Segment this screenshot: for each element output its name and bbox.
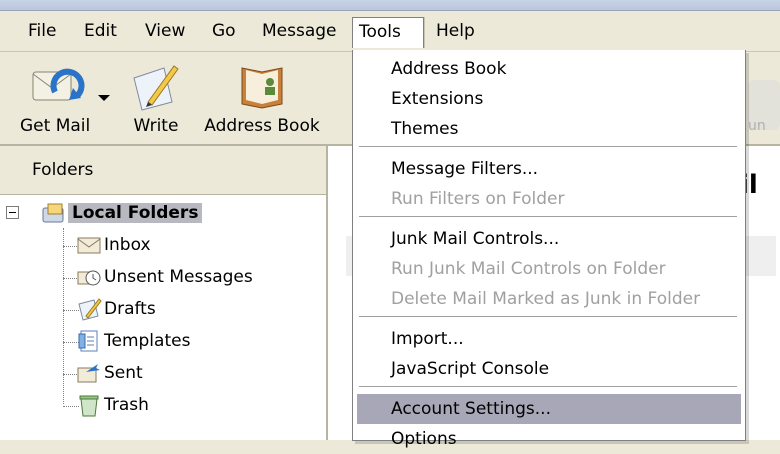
menu-item-run-filters: Run Filters on Folder bbox=[357, 184, 741, 214]
folder-trash[interactable]: Trash bbox=[76, 391, 149, 419]
tools-menu: Address Book Extensions Themes Message F… bbox=[352, 50, 746, 449]
menu-item-label: JavaScript Console bbox=[391, 359, 550, 379]
get-mail-dropdown-icon[interactable] bbox=[98, 95, 110, 101]
menu-separator bbox=[359, 146, 737, 148]
menu-item-label: Import... bbox=[391, 329, 464, 349]
get-mail-label: Get Mail bbox=[20, 116, 91, 136]
menu-separator bbox=[359, 316, 737, 318]
menu-go[interactable]: Go bbox=[206, 17, 242, 45]
folder-local-folders[interactable]: Local Folders bbox=[40, 199, 203, 227]
menu-item-label: Run Filters on Folder bbox=[391, 189, 565, 209]
menu-item-label: Junk Mail Controls... bbox=[391, 229, 560, 249]
menu-item-import[interactable]: Import... bbox=[357, 324, 741, 354]
folder-pane: Folders bbox=[0, 146, 328, 440]
inbox-icon bbox=[76, 232, 102, 258]
templates-label: Templates bbox=[104, 331, 191, 351]
menu-tools[interactable]: Tools bbox=[352, 17, 424, 48]
folder-pane-title: Folders bbox=[32, 160, 94, 180]
collapse-toggle-icon[interactable] bbox=[6, 206, 19, 219]
menu-item-label: Run Junk Mail Controls on Folder bbox=[391, 259, 666, 279]
menu-item-label: Account Settings... bbox=[391, 399, 551, 419]
menu-item-label: Delete Mail Marked as Junk in Folder bbox=[391, 289, 701, 309]
folder-pane-header: Folders bbox=[0, 146, 326, 195]
menu-file[interactable]: File bbox=[22, 17, 62, 45]
menu-help[interactable]: Help bbox=[430, 17, 481, 45]
menu-bar: File Edit View Go Message Tools Help bbox=[0, 11, 780, 52]
junk-label-partial: un bbox=[748, 118, 766, 134]
trash-label: Trash bbox=[104, 395, 149, 415]
menu-message[interactable]: Message bbox=[256, 17, 343, 45]
address-book-icon bbox=[204, 58, 320, 114]
sent-label: Sent bbox=[104, 363, 143, 383]
write-label: Write bbox=[133, 116, 179, 136]
tree-guide-line bbox=[63, 228, 65, 404]
write-button[interactable]: Write bbox=[128, 58, 184, 136]
unsent-messages-icon bbox=[76, 264, 102, 290]
window-title-strip bbox=[0, 0, 780, 11]
templates-icon bbox=[76, 328, 102, 354]
menu-item-javascript-console[interactable]: JavaScript Console bbox=[357, 354, 741, 384]
menu-item-themes[interactable]: Themes bbox=[357, 114, 741, 144]
sent-icon bbox=[76, 360, 102, 386]
address-book-label: Address Book bbox=[204, 116, 320, 136]
folder-drafts[interactable]: Drafts bbox=[76, 295, 156, 323]
trash-icon bbox=[76, 392, 102, 418]
menu-item-extensions[interactable]: Extensions bbox=[357, 84, 741, 114]
folder-unsent-messages[interactable]: Unsent Messages bbox=[76, 263, 253, 291]
drafts-label: Drafts bbox=[104, 299, 156, 319]
get-mail-icon bbox=[20, 58, 90, 114]
get-mail-button[interactable]: Get Mail bbox=[20, 58, 90, 136]
menu-item-label: Themes bbox=[391, 119, 459, 139]
menu-item-run-junk-mail-controls: Run Junk Mail Controls on Folder bbox=[357, 254, 741, 284]
menu-item-label: Extensions bbox=[391, 89, 484, 109]
menu-view[interactable]: View bbox=[139, 17, 191, 45]
unsent-messages-label: Unsent Messages bbox=[104, 267, 253, 287]
menu-item-delete-junk: Delete Mail Marked as Junk in Folder bbox=[357, 284, 741, 314]
menu-item-message-filters[interactable]: Message Filters... bbox=[357, 154, 741, 184]
folder-sent[interactable]: Sent bbox=[76, 359, 143, 387]
menu-edit[interactable]: Edit bbox=[78, 17, 123, 45]
inbox-label: Inbox bbox=[104, 235, 151, 255]
menu-item-account-settings[interactable]: Account Settings... bbox=[357, 394, 741, 424]
local-folders-label: Local Folders bbox=[68, 203, 203, 223]
menu-item-label: Address Book bbox=[391, 59, 507, 79]
address-book-button[interactable]: Address Book bbox=[204, 58, 320, 136]
menu-item-label: Message Filters... bbox=[391, 159, 539, 179]
local-folders-icon bbox=[40, 200, 66, 226]
drafts-icon bbox=[76, 296, 102, 322]
menu-item-options[interactable]: Options bbox=[357, 424, 741, 454]
folder-inbox[interactable]: Inbox bbox=[76, 231, 151, 259]
menu-item-address-book[interactable]: Address Book bbox=[357, 54, 741, 84]
menu-item-label: Options bbox=[391, 429, 457, 449]
menu-separator bbox=[359, 216, 737, 218]
write-icon bbox=[128, 58, 184, 114]
folder-templates[interactable]: Templates bbox=[76, 327, 190, 355]
menu-item-junk-mail-controls[interactable]: Junk Mail Controls... bbox=[357, 224, 741, 254]
menu-separator bbox=[359, 386, 737, 388]
